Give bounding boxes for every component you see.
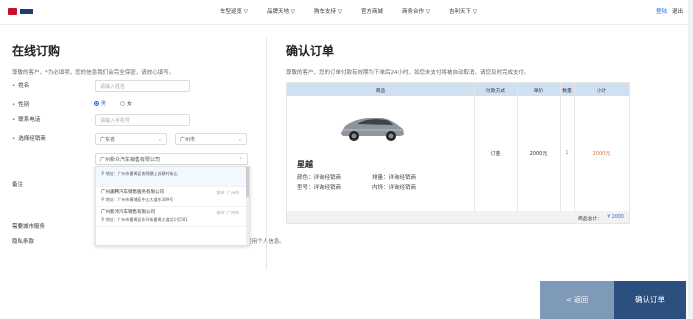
dealer-option-address: ⚲地址：广州市黄埔区中山大道东389号 bbox=[101, 197, 244, 203]
product-model: 型号：详询经销商 bbox=[297, 183, 341, 191]
column-divider bbox=[266, 38, 267, 270]
confirm-order-button[interactable]: 确认订单 bbox=[614, 281, 686, 319]
phone-input[interactable]: 请输入手机号 bbox=[95, 114, 190, 126]
gender-radio-female[interactable]: 女 bbox=[120, 100, 132, 107]
total-value: ¥ 2000 bbox=[607, 215, 624, 220]
confirm-order-title: 确认订单 bbox=[286, 44, 335, 58]
online-order-title: 在线订购 bbox=[12, 44, 61, 58]
chevron-down-icon: ⌄ bbox=[237, 137, 242, 143]
gender-female-label: 女 bbox=[127, 101, 133, 107]
order-table: 商品 付款方式 单价 数量 小计 星越 颜色：详询经销商 型号：详询经销商 排量… bbox=[286, 82, 630, 224]
header-subtotal: 小计 bbox=[596, 89, 607, 94]
logo-text-icon bbox=[20, 9, 33, 14]
dealer-option-address-text: 地址：广州市番禺区南锦横上苏耕村街山 bbox=[105, 171, 178, 176]
city-select[interactable]: 广州市 ⌄ bbox=[175, 133, 247, 145]
column-separator bbox=[474, 83, 475, 211]
column-separator bbox=[517, 83, 518, 211]
dealer-select[interactable]: 广州新众汽车销售有限公司 ⌃ bbox=[95, 153, 248, 165]
back-button[interactable]: < 返回 bbox=[540, 281, 614, 319]
dealer-option[interactable]: 广州骏腾汽车销售服务有限公司 城市: 广州市 ⚲地址：广州市黄埔区中山大道东38… bbox=[96, 187, 249, 207]
color-label: 颜色： bbox=[297, 175, 314, 181]
model-label: 型号： bbox=[297, 185, 314, 191]
city-service-label: 需要城市服务 bbox=[12, 224, 46, 230]
order-total-bar: 商品总计： ¥ 2000 bbox=[287, 211, 629, 223]
car-image bbox=[341, 118, 404, 141]
phone-label-text: 联系电话 bbox=[18, 117, 41, 123]
name-label: • 姓名 bbox=[12, 83, 30, 89]
subtotal-cell: 2000元 bbox=[592, 151, 611, 157]
displacement-label: 排量： bbox=[372, 175, 389, 181]
nav-item-brand[interactable]: 品牌天地 ▽ bbox=[267, 7, 295, 15]
dropdown-scrollbar[interactable] bbox=[246, 167, 249, 245]
account-links: 登陆 退出 bbox=[656, 7, 683, 15]
location-pin-icon: ⚲ bbox=[101, 217, 105, 223]
dealer-option-address-text: 地址：广州市黄埔区中山大道东389号 bbox=[105, 197, 174, 202]
dealer-option-address: ⚲地址：广州市番禺区东环街番禺大道北1号501 bbox=[101, 217, 244, 223]
column-separator bbox=[560, 83, 561, 211]
product-color: 颜色：详询经销商 bbox=[297, 173, 341, 181]
nav-item-official-store[interactable]: 官方商城 bbox=[361, 7, 383, 15]
login-link[interactable]: 登陆 bbox=[656, 7, 667, 15]
name-input[interactable]: 请输入姓名 bbox=[95, 80, 190, 92]
logout-link[interactable]: 退出 bbox=[672, 7, 683, 15]
dealer-option-address: ⚲地址：广州市番禺区南锦横上苏耕村街山 bbox=[101, 171, 244, 177]
nav-item-purchase-support[interactable]: 购车支持 ▽ bbox=[314, 7, 342, 15]
province-select[interactable]: 广东省 ⌄ bbox=[95, 133, 167, 145]
privacy-label: 隐私条款 bbox=[12, 239, 35, 245]
product-name: 星越 bbox=[297, 160, 313, 169]
dealer-option-city: 城市: 广州市 bbox=[216, 190, 239, 195]
dealer-label: • 选择经销商 bbox=[12, 136, 46, 142]
color-value: 详询经销商 bbox=[313, 175, 342, 181]
nav-item-models[interactable]: 车型巡览 ▽ bbox=[220, 7, 248, 15]
interior-value: 详询经销商 bbox=[388, 185, 417, 191]
dealer-value: 广州新众汽车销售有限公司 bbox=[100, 157, 161, 163]
quantity-cell: 1 bbox=[565, 150, 569, 156]
nav-item-business[interactable]: 商务合作 ▽ bbox=[402, 7, 430, 15]
main-nav: 车型巡览 ▽ 品牌天地 ▽ 购车支持 ▽ 官方商城 商务合作 ▽ 吉利天下 ▽ bbox=[220, 7, 477, 15]
chevron-down-icon: ⌄ bbox=[157, 137, 162, 143]
page-scrollbar[interactable] bbox=[688, 0, 693, 319]
phone-label: • 联系电话 bbox=[12, 117, 41, 123]
dealer-label-text: 选择经销商 bbox=[18, 136, 46, 142]
total-label: 商品总计： bbox=[578, 217, 602, 222]
province-value: 广东省 bbox=[100, 137, 116, 143]
product-displacement: 排量：详询经销商 bbox=[372, 173, 416, 181]
order-table-header: 商品 付款方式 单价 数量 小计 bbox=[287, 83, 629, 96]
header-unit-price: 单价 bbox=[533, 89, 544, 94]
gender-label: • 性别 bbox=[12, 102, 30, 108]
location-pin-icon: ⚲ bbox=[101, 171, 105, 177]
chevron-up-icon: ⌃ bbox=[238, 157, 243, 163]
interior-label: 内饰： bbox=[372, 185, 389, 191]
location-pin-icon: ⚲ bbox=[101, 197, 105, 203]
header-payment: 付款方式 bbox=[485, 89, 506, 94]
dealer-option[interactable]: 广州新鸿汽车销售有限公司 城市: 广州市 ⚲地址：广州市番禺区东环街番禺大道北1… bbox=[96, 207, 249, 227]
payment-method-cell: 订金 bbox=[490, 151, 501, 157]
dealer-dropdown-list[interactable]: ⚲地址：广州市番禺区南锦横上苏耕村街山 广州骏腾汽车销售服务有限公司 城市: 广… bbox=[95, 166, 250, 246]
column-separator bbox=[574, 83, 575, 211]
product-interior: 内饰：详询经销商 bbox=[372, 183, 416, 191]
header-product: 商品 bbox=[375, 89, 386, 94]
radio-selected-icon bbox=[94, 101, 99, 106]
dealer-option-city: 城市: 广州市 bbox=[216, 210, 239, 215]
top-navigation-bar: 车型巡览 ▽ 品牌天地 ▽ 购车支持 ▽ 官方商城 商务合作 ▽ 吉利天下 ▽ … bbox=[0, 0, 693, 25]
model-value: 详询经销商 bbox=[313, 185, 342, 191]
dealer-option[interactable]: ⚲地址：广州市番禺区南锦横上苏耕村街山 bbox=[96, 167, 249, 187]
dealer-option-address-text: 地址：广州市番禺区东环街番禺大道北1号501 bbox=[105, 217, 188, 222]
gender-radio-male[interactable]: 男 bbox=[94, 100, 106, 107]
nav-item-geely-world[interactable]: 吉利天下 ▽ bbox=[449, 7, 477, 15]
header-quantity: 数量 bbox=[562, 89, 572, 94]
online-order-subtitle: 尊敬的客户，*为必填项，您的信息我们会完全保密，请放心填写。 bbox=[12, 70, 175, 76]
confirm-order-subtitle: 尊敬的客户，您的订单付款有效期为下单后24小时，如您未支付将被自动取消，请您及时… bbox=[286, 70, 530, 76]
radio-unselected-icon bbox=[120, 101, 125, 106]
name-label-text: 姓名 bbox=[18, 83, 30, 89]
logo-mark-icon bbox=[8, 8, 17, 15]
remark-label: 备注 bbox=[12, 182, 24, 188]
city-value: 广州市 bbox=[180, 137, 196, 143]
geely-logo[interactable] bbox=[8, 8, 33, 15]
gender-label-text: 性别 bbox=[18, 102, 30, 108]
displacement-value: 详询经销商 bbox=[388, 175, 417, 181]
gender-male-label: 男 bbox=[101, 101, 107, 107]
unit-price-cell: 2000元 bbox=[529, 151, 548, 157]
